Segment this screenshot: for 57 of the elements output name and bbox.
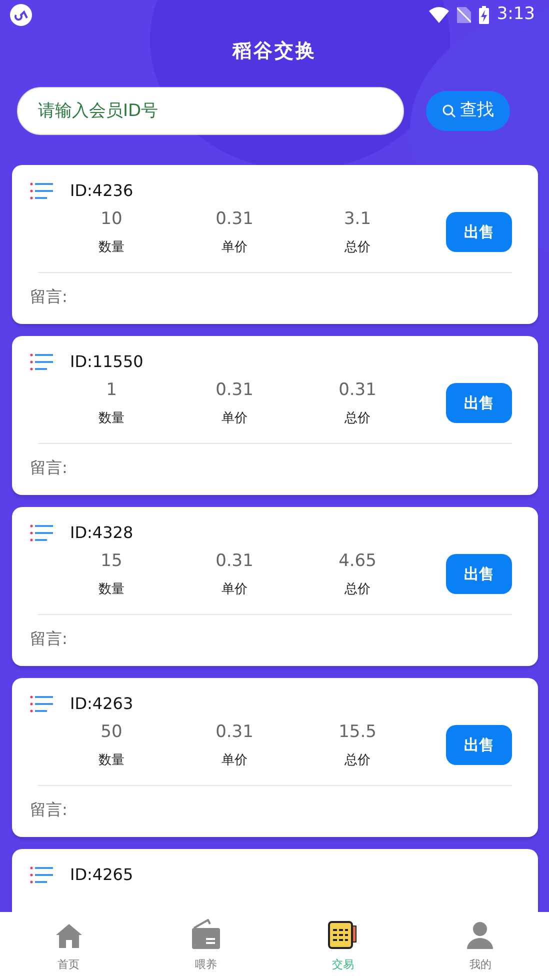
order-id: ID:11550 bbox=[70, 350, 144, 372]
quantity-label: 数量 bbox=[98, 410, 126, 428]
list-icon bbox=[30, 182, 54, 200]
search-icon bbox=[442, 104, 456, 118]
total-price-label: 总价 bbox=[344, 581, 372, 599]
list-icon bbox=[30, 866, 54, 884]
sell-button[interactable]: 出售 bbox=[446, 554, 512, 594]
unit-price-label: 单价 bbox=[220, 239, 248, 257]
order-id: ID:4263 bbox=[70, 692, 134, 714]
sell-button[interactable]: 出售 bbox=[446, 383, 512, 423]
quantity-label: 数量 bbox=[98, 752, 126, 770]
message-label: 留言: bbox=[30, 286, 68, 306]
unit-price-label: 单价 bbox=[220, 581, 248, 599]
quantity-value: 50 bbox=[100, 720, 124, 744]
quantity-label: 数量 bbox=[98, 581, 126, 599]
notepad-icon bbox=[328, 921, 358, 950]
no-sim-icon bbox=[456, 7, 471, 23]
order-id: ID:4265 bbox=[70, 864, 134, 886]
clock: 3:13 bbox=[496, 3, 535, 26]
search-field[interactable]: 请输入会员ID号 bbox=[17, 86, 404, 134]
total-price-value: 4.65 bbox=[338, 550, 378, 572]
sell-button[interactable]: 出售 bbox=[446, 725, 512, 765]
quantity-value: 10 bbox=[100, 208, 124, 230]
message-label: 留言: bbox=[30, 800, 68, 818]
quantity-value: 1 bbox=[105, 378, 118, 402]
message-label: 留言: bbox=[30, 628, 68, 648]
tab-item[interactable]: 喂养 bbox=[137, 912, 274, 976]
total-price-label: 总价 bbox=[344, 410, 372, 428]
list-icon bbox=[30, 524, 54, 542]
sell-button[interactable]: 出售 bbox=[446, 212, 512, 252]
unit-price-value: 0.31 bbox=[214, 720, 254, 744]
unit-price-value: 0.31 bbox=[214, 378, 254, 402]
tab-item[interactable]: 首页 bbox=[0, 912, 138, 976]
wallet-icon bbox=[192, 919, 220, 950]
unit-price-value: 0.31 bbox=[214, 550, 254, 572]
order-id: ID:4328 bbox=[70, 522, 134, 544]
person-icon bbox=[467, 921, 494, 950]
order-id: ID:4236 bbox=[70, 180, 134, 202]
page-title: 稻谷交换 bbox=[232, 40, 316, 62]
home-icon bbox=[54, 923, 83, 950]
message-label: 留言: bbox=[30, 458, 68, 476]
total-price-value: 15.5 bbox=[338, 720, 378, 744]
tab-item[interactable]: 我的 bbox=[412, 912, 549, 976]
quantity-label: 数量 bbox=[98, 239, 126, 257]
unit-price-label: 单价 bbox=[220, 752, 248, 770]
total-price-label: 总价 bbox=[344, 752, 372, 770]
wifi-icon bbox=[428, 7, 449, 23]
app-icon bbox=[10, 4, 32, 26]
list-icon bbox=[30, 694, 54, 712]
total-price-value: 0.31 bbox=[338, 378, 378, 402]
list-icon bbox=[30, 352, 54, 370]
tab-item[interactable]: 交易 bbox=[274, 912, 412, 976]
unit-price-label: 单价 bbox=[220, 410, 248, 428]
total-price-label: 总价 bbox=[344, 239, 372, 257]
unit-price-value: 0.31 bbox=[214, 208, 254, 230]
total-price-value: 3.1 bbox=[342, 208, 372, 230]
quantity-value: 15 bbox=[100, 550, 124, 572]
